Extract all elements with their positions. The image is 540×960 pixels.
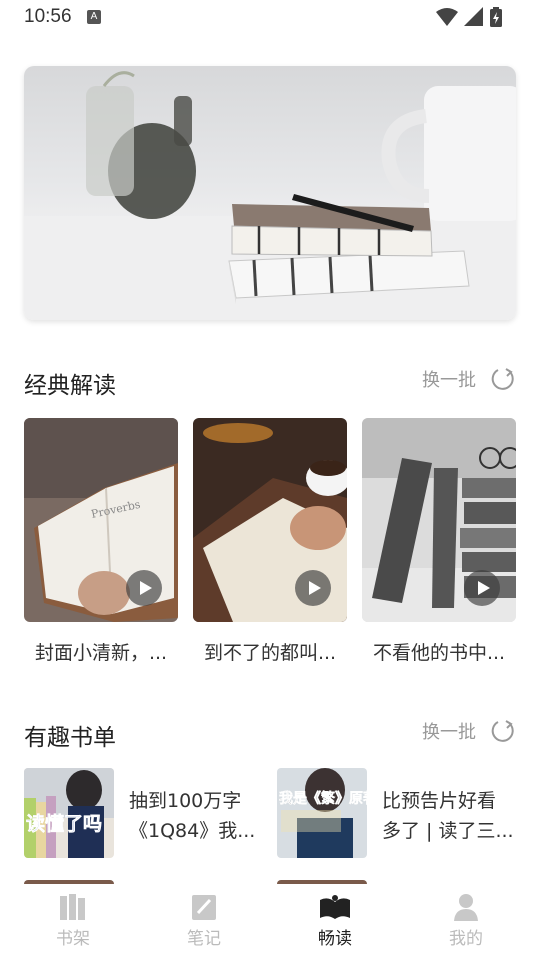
- classic-card-caption: 不看他的书中...: [372, 642, 506, 664]
- refresh-icon: [491, 720, 514, 742]
- booklist-cover-text: 我是《繁》原著党: [279, 790, 367, 807]
- nav-item-bookshelf[interactable]: 书架: [33, 892, 113, 949]
- play-icon: [126, 570, 162, 606]
- hero-illustration: [24, 71, 516, 320]
- classic-card[interactable]: 不看他的书中...: [362, 418, 516, 665]
- nav-label: 书架: [56, 929, 90, 949]
- classic-card-image: Proverbs: [24, 418, 178, 622]
- profile-icon: [454, 894, 478, 921]
- nav-label: 笔记: [187, 929, 221, 949]
- play-icon: [464, 570, 500, 606]
- booklist-item-line2: 多了 | 读了三...: [382, 820, 514, 842]
- classic-section-title: 经典解读: [24, 373, 116, 399]
- status-bar: 10:56 A: [0, 0, 540, 36]
- classic-refresh-label: 换一批: [422, 370, 476, 391]
- status-time: 10:56: [24, 6, 72, 27]
- hero-banner[interactable]: [24, 66, 516, 320]
- nav-label: 畅读: [318, 929, 352, 949]
- bookshelf-icon: [60, 894, 85, 920]
- nav-item-profile[interactable]: 我的: [426, 892, 506, 949]
- nav-label: 我的: [449, 929, 483, 949]
- booklist-cover: 读懂了吗: [24, 768, 114, 858]
- nav-item-read[interactable]: 畅读: [295, 892, 375, 949]
- booklist-item[interactable]: 我是《繁》原著党 比预告片好看 多了 | 读了三...: [277, 768, 517, 860]
- classic-card-caption: 到不了的都叫...: [203, 642, 337, 664]
- booklist-refresh-label: 换一批: [422, 722, 476, 743]
- classic-card-image: [193, 418, 347, 622]
- classic-refresh-button[interactable]: 换一批: [422, 366, 516, 392]
- booklist-item-line1: 抽到100万字: [129, 790, 242, 812]
- bottom-nav: 书架 笔记 畅读 我的: [0, 884, 540, 960]
- booklist-item-line2: 《1Q84》我...: [129, 820, 256, 842]
- nav-item-notes[interactable]: 笔记: [164, 892, 244, 949]
- classic-carousel[interactable]: Proverbs 封面小清新，... 到不了的都叫... 不看他的书中...: [24, 418, 516, 668]
- booklist-section-title: 有趣书单: [24, 725, 116, 751]
- play-icon: [295, 570, 331, 606]
- booklist-item[interactable]: 读懂了吗 抽到100万字 《1Q84》我...: [24, 768, 264, 860]
- open-book-icon: [320, 895, 350, 919]
- classic-card-image: [362, 418, 516, 622]
- classic-card[interactable]: 到不了的都叫...: [193, 418, 347, 665]
- booklist-cover-text: 读懂了吗: [26, 812, 102, 835]
- booklist-cover: 我是《繁》原著党: [277, 768, 367, 858]
- wifi-icon: [436, 8, 458, 26]
- booklist-item-line1: 比预告片好看: [382, 790, 497, 812]
- notification-a-icon: A: [87, 10, 101, 24]
- booklist-row: 读懂了吗 抽到100万字 《1Q84》我... 我是《繁》原著党 比预告片好看 …: [24, 768, 516, 860]
- classic-card-caption: 封面小清新，...: [34, 642, 168, 664]
- booklist-refresh-button[interactable]: 换一批: [422, 718, 516, 744]
- classic-card[interactable]: Proverbs 封面小清新，...: [24, 418, 178, 665]
- battery-icon: [490, 7, 502, 27]
- refresh-icon: [491, 368, 514, 390]
- note-icon: [192, 895, 216, 920]
- signal-icon: [464, 7, 483, 26]
